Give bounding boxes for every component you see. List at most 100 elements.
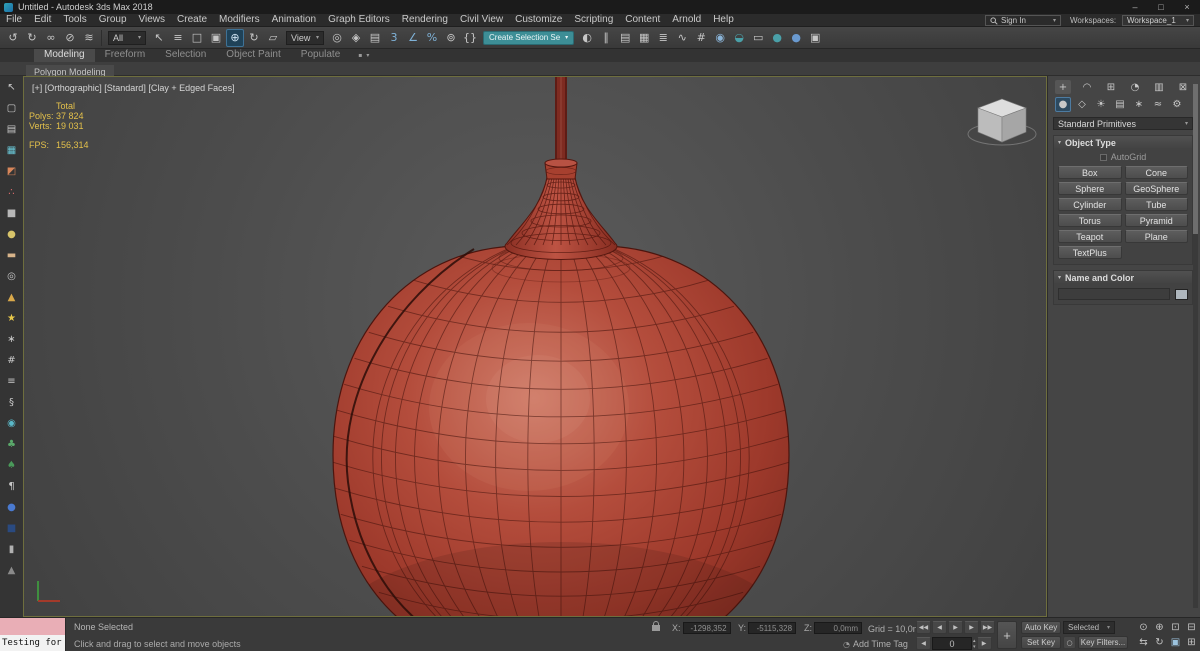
tab-create[interactable]: + (1055, 80, 1071, 94)
palette-tool-icon[interactable]: ◩ (3, 163, 20, 179)
object-type-button[interactable]: Sphere (1058, 182, 1122, 195)
undo-icon[interactable]: ↺ (4, 29, 22, 47)
tab-motion[interactable]: ◔ (1127, 80, 1143, 94)
zoom-region-icon[interactable]: ⊟ (1184, 620, 1199, 634)
render-in-cloud-icon[interactable]: ● (787, 29, 805, 47)
select-by-name-icon[interactable]: ≡ (169, 29, 187, 47)
reference-coordinate-dropdown[interactable]: View (286, 30, 324, 45)
pan-view-icon[interactable]: ⇆ (1136, 635, 1151, 649)
listener-pane[interactable]: Testing for i (0, 635, 65, 651)
edit-named-selection-sets-icon[interactable]: {} (461, 29, 479, 47)
figure-tool-icon[interactable]: ¶ (3, 478, 20, 494)
open-autodesk-app-icon[interactable]: ▣ (806, 29, 824, 47)
angle-snap-icon[interactable]: ∠ (404, 29, 422, 47)
ribbon-tab[interactable]: Freeform (95, 49, 156, 62)
object-type-button[interactable]: Teapot (1058, 230, 1122, 243)
window-crossing-icon[interactable]: ▣ (207, 29, 225, 47)
viewcube[interactable] (967, 98, 1037, 146)
previous-key-button[interactable]: ◀ (916, 637, 931, 650)
globe-tool-icon[interactable]: ◉ (3, 415, 20, 431)
object-type-button[interactable]: Cone (1124, 166, 1188, 179)
particles-tool-icon[interactable]: ∴ (3, 184, 20, 200)
macro-recorder-pane[interactable] (0, 618, 65, 635)
tab-hierarchy[interactable]: ⊞ (1103, 80, 1119, 94)
go-to-end-button[interactable]: ▶▶ (980, 621, 995, 634)
tab-modify[interactable]: ◠ (1079, 80, 1095, 94)
redo-icon[interactable]: ↻ (23, 29, 41, 47)
select-and-move-icon[interactable]: ⊕ (226, 28, 244, 47)
ribbon-minimize-icon[interactable]: ▪ (358, 52, 362, 59)
sphere-tool-icon[interactable]: ● (3, 226, 20, 242)
keyboard-shortcut-override-icon[interactable]: ▤ (366, 29, 384, 47)
ribbon-tab[interactable]: Modeling (34, 49, 95, 62)
pyramid-tool-icon[interactable]: ▲ (3, 562, 20, 578)
ribbon-options-caret-icon[interactable]: ▾ (366, 52, 369, 59)
use-pivot-point-center-icon[interactable]: ◎ (328, 29, 346, 47)
object-type-button[interactable]: Pyramid (1124, 214, 1188, 227)
set-key-button[interactable]: Set Key (1021, 636, 1061, 649)
object-type-button[interactable]: Tube (1124, 198, 1188, 211)
menu-item[interactable]: File (0, 14, 28, 27)
menu-item[interactable]: Content (619, 14, 666, 27)
current-frame-field[interactable]: 0 (932, 637, 972, 650)
category-systems[interactable]: ⚙ (1169, 97, 1185, 112)
align-icon[interactable]: ∥ (597, 29, 615, 47)
panel-scrollbar[interactable] (1193, 84, 1198, 608)
select-and-link-icon[interactable]: ∞ (42, 29, 60, 47)
box-tool-icon[interactable]: ▢ (3, 100, 20, 116)
leaf-tool-icon[interactable]: ♣ (3, 436, 20, 452)
object-name-field[interactable] (1058, 288, 1170, 300)
pointer-tool-icon[interactable]: ↖ (3, 79, 20, 95)
x-coordinate-field[interactable]: -1298,352 (682, 622, 731, 634)
key-filters-button[interactable]: Key Filters... (1078, 636, 1128, 649)
add-time-tag[interactable]: ◔ Add Time Tag (843, 639, 908, 649)
autogrid-checkbox[interactable] (1099, 153, 1107, 161)
snaps-toggle-icon[interactable]: 3 (385, 29, 403, 47)
category-space-warps[interactable]: ≈ (1150, 97, 1166, 112)
grid-tool-icon[interactable]: # (3, 352, 20, 368)
select-and-rotate-icon[interactable]: ↻ (245, 29, 263, 47)
menu-item[interactable]: Edit (28, 14, 57, 27)
ribbon-tab[interactable]: Populate (291, 49, 350, 62)
render-setup-icon[interactable]: ◒ (730, 29, 748, 47)
object-type-button[interactable]: TextPlus (1058, 246, 1122, 259)
menu-item[interactable]: Animation (266, 14, 322, 27)
material-editor-icon[interactable]: ◉ (711, 29, 729, 47)
key-mode-icon[interactable]: ○ (1063, 636, 1076, 649)
toggle-layer-explorer-icon[interactable]: ▤ (616, 29, 634, 47)
play-animation-button[interactable]: ▶ (948, 621, 963, 634)
torus-tool-icon[interactable]: ◎ (3, 268, 20, 284)
minimize-button[interactable]: – (1122, 2, 1148, 12)
cylinder-tool-icon[interactable]: ▮ (3, 541, 20, 557)
orbit-icon[interactable]: ↻ (1152, 635, 1167, 649)
bind-to-space-warp-icon[interactable]: ≋ (80, 29, 98, 47)
zoom-icon[interactable]: ⊙ (1136, 620, 1151, 634)
name-and-color-rollout-header[interactable]: ▾ Name and Color (1054, 271, 1192, 284)
menu-item[interactable]: Create (171, 14, 213, 27)
category-cameras[interactable]: ▤ (1112, 97, 1128, 112)
auto-key-button[interactable]: Auto Key (1021, 621, 1061, 634)
menu-item[interactable]: Rendering (396, 14, 454, 27)
menu-item[interactable]: Scripting (568, 14, 619, 27)
zoom-extents-icon[interactable]: ⊡ (1168, 620, 1183, 634)
named-selection-set-dropdown[interactable]: Create Selection Se (483, 30, 575, 45)
menu-item[interactable]: Views (133, 14, 172, 27)
curve-editor-icon[interactable]: ∿ (673, 29, 691, 47)
select-and-scale-icon[interactable]: ▱ (264, 29, 282, 47)
object-type-button[interactable]: Plane (1124, 230, 1188, 243)
notes-tool-icon[interactable]: ▤ (3, 121, 20, 137)
cone-tool-icon[interactable]: ▲ (3, 289, 20, 305)
object-type-rollout-header[interactable]: ▾ Object Type (1054, 136, 1192, 149)
category-lights[interactable]: ☀ (1093, 97, 1109, 112)
z-coordinate-field[interactable]: 0,0mm (814, 622, 862, 634)
zoom-all-icon[interactable]: ⊕ (1152, 620, 1167, 634)
toggle-scene-explorer-icon[interactable]: ≣ (654, 29, 672, 47)
snowflake-tool-icon[interactable]: ∗ (3, 331, 20, 347)
object-type-button[interactable]: Box (1058, 166, 1122, 179)
category-geometry[interactable]: ● (1055, 97, 1071, 112)
next-frame-button[interactable]: ▶ (964, 621, 979, 634)
menu-item[interactable]: Customize (509, 14, 568, 27)
workspace-dropdown[interactable]: Workspace_1 (1122, 15, 1194, 26)
sign-in-dropdown[interactable]: Sign In (985, 15, 1061, 26)
object-type-button[interactable]: Torus (1058, 214, 1122, 227)
